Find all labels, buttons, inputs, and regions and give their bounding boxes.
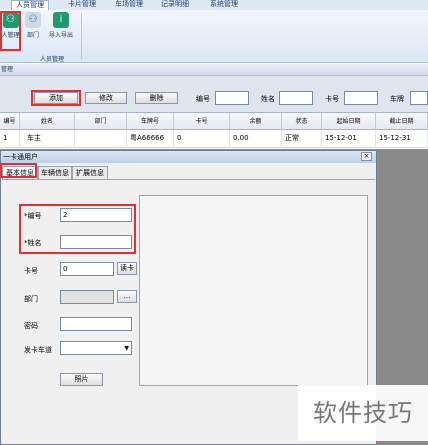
card-label: 卡号 xyxy=(24,267,38,275)
column-header-end-date[interactable]: 截止日期 xyxy=(376,113,428,131)
department-browse-button[interactable]: ... xyxy=(117,290,137,303)
name-input[interactable] xyxy=(60,235,132,249)
issuer-select[interactable]: ▼ xyxy=(60,341,132,355)
people-icon: ⚇ xyxy=(2,12,19,28)
watermark: 软件技巧 xyxy=(298,385,428,441)
department-label: 部门 xyxy=(24,295,38,303)
edit-button[interactable]: 修改 xyxy=(85,92,127,104)
filter-card-label: 卡号 xyxy=(325,95,339,103)
chevron-down-icon: ▼ xyxy=(124,345,129,352)
ribbon-separator xyxy=(81,13,82,59)
column-header-status[interactable]: 状态 xyxy=(282,113,322,131)
column-header-card[interactable]: 卡号 xyxy=(174,113,230,131)
password-label: 密码 xyxy=(24,322,38,330)
read-card-button[interactable]: 读卡 xyxy=(117,262,137,275)
table-header: 编号 姓名 部门 车牌号 卡号 余额 状态 起始日期 截止日期 xyxy=(0,112,428,131)
dialog-title-bar[interactable]: 一卡通用户 xyxy=(1,151,376,163)
add-button[interactable]: 添加 xyxy=(34,92,78,104)
number-input[interactable]: 2 xyxy=(60,208,132,222)
filter-plate-input[interactable] xyxy=(410,91,428,105)
name-label: *姓名 xyxy=(24,239,42,247)
filter-card-input[interactable] xyxy=(344,91,378,105)
dialog-title: 一卡通用户 xyxy=(3,153,38,161)
cell-number: 1 xyxy=(0,130,20,148)
column-header-start-date[interactable]: 起始日期 xyxy=(322,113,376,131)
filter-name-input[interactable] xyxy=(279,91,313,105)
cell-start-date: 15-12-01 xyxy=(322,130,376,148)
cell-status: 正常 xyxy=(282,130,322,148)
ribbon-group-label: 人员管理 xyxy=(40,56,65,63)
column-header-plate[interactable]: 车牌号 xyxy=(127,113,174,131)
issuer-label: 发卡车道 xyxy=(24,346,52,354)
module-title: 管理 xyxy=(1,66,14,73)
column-header-department[interactable]: 部门 xyxy=(75,113,127,131)
ribbon: ⚇ 人管理 ⚇ 部门 i 导入导出 人员管理 xyxy=(0,10,428,63)
department-input[interactable] xyxy=(60,290,114,304)
cell-plate: 粤A66666 xyxy=(127,130,174,148)
column-header-name[interactable]: 姓名 xyxy=(20,113,75,131)
ribbon-import-export-button[interactable]: i 导入导出 xyxy=(45,12,77,39)
cell-card: 0 xyxy=(174,130,230,148)
column-header-number[interactable]: 编号 xyxy=(0,113,20,131)
toolbar: 添加 修改 删除 编号 姓名 卡号 车牌 xyxy=(0,76,428,112)
filter-number-input[interactable] xyxy=(215,91,249,105)
department-icon: ⚇ xyxy=(25,12,41,28)
cell-department xyxy=(75,130,127,148)
password-input[interactable] xyxy=(60,317,132,331)
table-row[interactable]: 1 车主 粤A66666 0 0.00 正常 15-12-01 15-12-31 xyxy=(0,130,428,148)
number-label: *编号 xyxy=(24,212,42,220)
menu-tab-parking[interactable]: 车场管理 xyxy=(115,0,143,10)
dialog-close-button[interactable]: × xyxy=(361,152,372,161)
column-header-balance[interactable]: 余额 xyxy=(230,113,282,131)
delete-button[interactable]: 删除 xyxy=(135,92,178,104)
photo-button[interactable]: 照片 xyxy=(60,373,103,386)
card-input[interactable]: 0 xyxy=(60,262,114,276)
ribbon-department-button[interactable]: ⚇ 部门 xyxy=(23,12,43,39)
ribbon-department-label: 部门 xyxy=(26,32,39,39)
menu-tab-personnel[interactable]: 人员管理 xyxy=(11,0,49,10)
tab-vehicle-info[interactable]: 车辆信息 xyxy=(38,166,72,179)
filter-plate-label: 车牌 xyxy=(390,95,404,103)
filter-name-label: 姓名 xyxy=(261,95,275,103)
ribbon-personnel-label: 人管理 xyxy=(1,32,20,39)
info-icon: i xyxy=(53,12,69,28)
menu-tab-system[interactable]: 系统管理 xyxy=(210,0,238,10)
ribbon-import-export-label: 导入导出 xyxy=(48,32,73,39)
menu-bar: 人员管理 卡片管理 车场管理 记录明细 系统管理 xyxy=(0,0,428,10)
filter-number-label: 编号 xyxy=(196,95,210,103)
cell-balance: 0.00 xyxy=(230,130,282,148)
cell-name: 车主 xyxy=(20,130,75,148)
cell-end-date: 15-12-31 xyxy=(376,130,428,148)
close-icon: × xyxy=(363,152,370,160)
photo-preview xyxy=(139,195,368,386)
menu-tab-cards[interactable]: 卡片管理 xyxy=(68,0,96,10)
module-title-bar: 管理 xyxy=(0,64,428,76)
tab-extended-info[interactable]: 扩展信息 xyxy=(72,166,108,179)
ribbon-personnel-button[interactable]: ⚇ 人管理 xyxy=(0,12,21,39)
menu-tab-records[interactable]: 记录明细 xyxy=(161,0,189,10)
tab-basic-info[interactable]: 基本信息 xyxy=(2,166,38,180)
